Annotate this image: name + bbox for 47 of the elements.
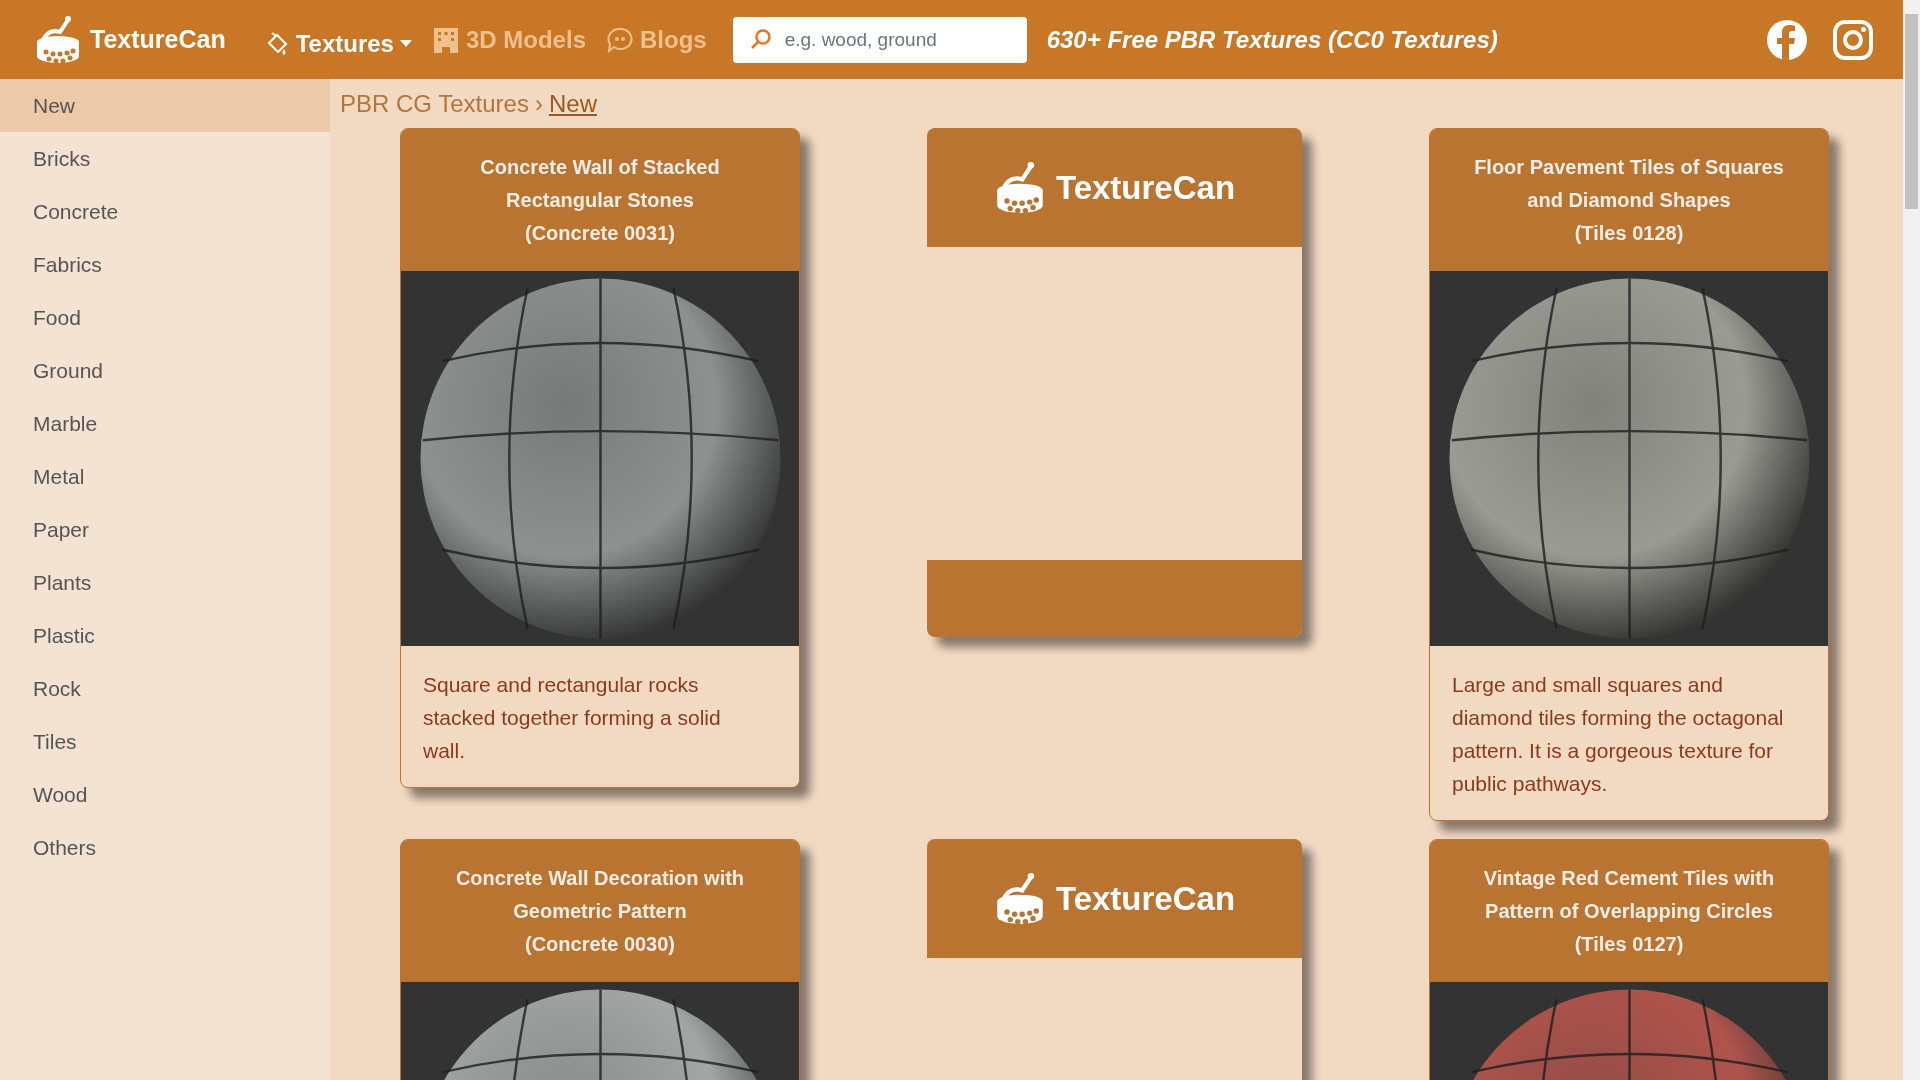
paint-can-logo-icon (34, 13, 82, 66)
category-link[interactable]: Paper (0, 503, 330, 556)
card-title: Concrete Wall Decoration with Geometric Pattern (454, 865, 746, 924)
advertisement-card[interactable]: TextureCan (927, 839, 1302, 1080)
texture-card[interactable]: Floor Pavement Tiles of Squares and Diamond Shapes (Tiles 0128) Large and small squares and diamond tiles forming the octagonal pattern. It is a gorgeous texture for public pathways. (1429, 128, 1829, 821)
breadcrumb-current-link[interactable]: New (548, 90, 597, 118)
category-link[interactable]: Tiles (0, 715, 330, 768)
texture-card[interactable]: Concrete Wall of Stacked Rectangular Stones (Concrete 0031) Square and rectangular rocks stacked together forming a solid wall. (400, 128, 800, 788)
texture-code: (Concrete 0031) (524, 220, 676, 246)
category-link[interactable]: Metal (0, 450, 330, 503)
card-title: Concrete Wall of Stacked Rectangular Stones (479, 154, 721, 213)
texture-card[interactable]: Concrete Wall Decoration with Geometric Pattern (Concrete 0030) (400, 839, 800, 1080)
site-tagline: 630+ Free PBR Textures (CC0 Textures) (1046, 25, 1498, 54)
logo-text: TextureCan (1055, 879, 1236, 918)
category-link[interactable]: Plants (0, 556, 330, 609)
search-field[interactable]: e.g. wood, ground (732, 16, 1027, 63)
texture-code: (Tiles 0127) (1574, 931, 1684, 957)
category-link[interactable]: Rock (0, 662, 330, 715)
instagram-icon[interactable] (1833, 19, 1873, 60)
speech-bubble-icon (606, 25, 634, 54)
site-logo[interactable]: TextureCan (34, 13, 226, 66)
breadcrumb-separator: › (534, 90, 543, 118)
card-description: Square and rectangular rocks stacked together forming a solid wall. (422, 672, 722, 764)
logo-text: TextureCan (1055, 168, 1236, 207)
category-link[interactable]: Marble (0, 397, 330, 450)
category-link[interactable]: Bricks (0, 132, 330, 185)
category-link[interactable]: Concrete (0, 185, 330, 238)
scrollbar[interactable] (1903, 0, 1920, 1080)
facebook-icon[interactable] (1767, 19, 1807, 60)
category-link[interactable]: Others (0, 821, 330, 874)
category-link[interactable]: Fabrics (0, 238, 330, 291)
texture-card[interactable]: Vintage Red Cement Tiles with Pattern of Overlapping Circles (Tiles 0127) (1429, 839, 1829, 1080)
card-title: Floor Pavement Tiles of Squares and Diamond Shapes (1473, 154, 1785, 213)
category-link[interactable]: Food (0, 291, 330, 344)
caret-icon (399, 40, 412, 47)
category-link[interactable]: Wood (0, 768, 330, 821)
card-title: Vintage Red Cement Tiles with Pattern of Overlapping Circles (1482, 865, 1776, 924)
advertisement-card[interactable]: TextureCan (927, 128, 1302, 637)
category-link[interactable]: Ground (0, 344, 330, 397)
category-link[interactable]: New (0, 79, 330, 132)
nav-link[interactable]: Textures (253, 21, 412, 58)
building-icon (431, 25, 460, 54)
scrollbar-thumb[interactable] (1905, 14, 1918, 209)
card-description: Large and small squares and diamond tiles forming the octagonal pattern. It is a gorgeous texture for public pathways. (1451, 672, 1785, 797)
texture-code: (Tiles 0128) (1574, 220, 1684, 246)
category-link[interactable]: Plastic (0, 609, 330, 662)
texture-code: (Concrete 0030) (524, 931, 676, 957)
